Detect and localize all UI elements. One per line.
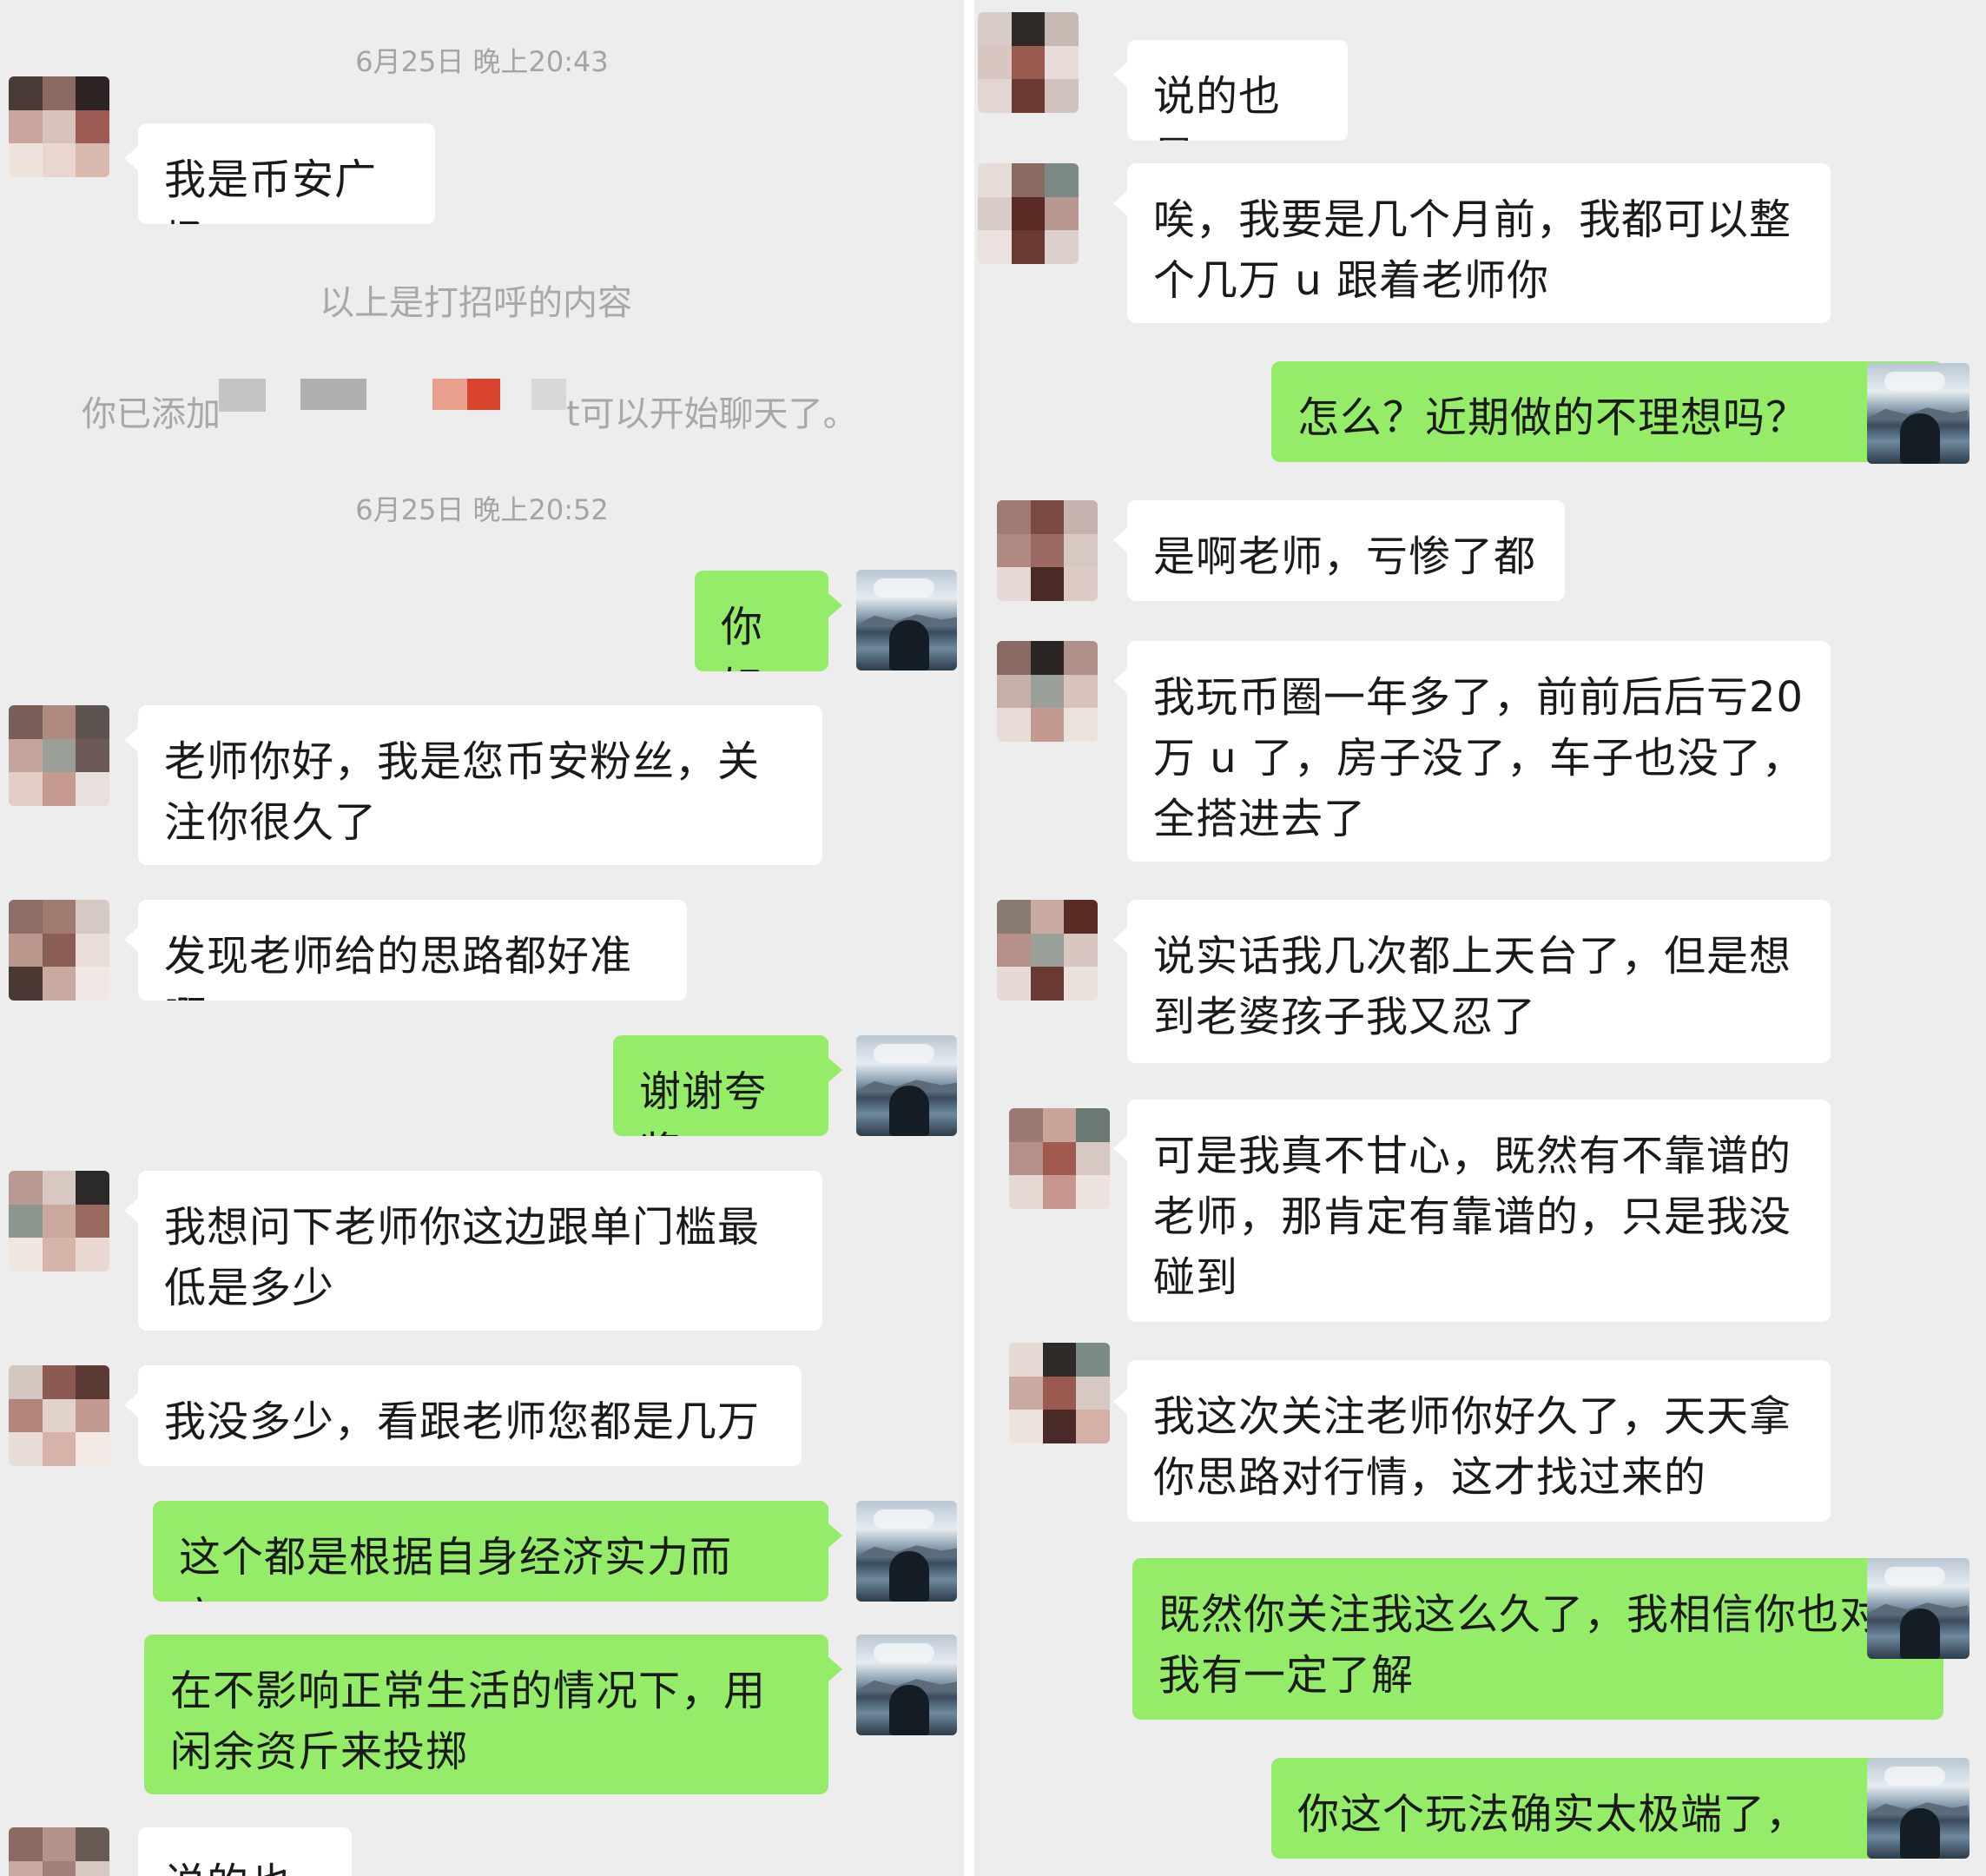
message-text: 我没多少，看跟老师您都是几万 u [164, 1397, 761, 1466]
bubble-tail [1113, 928, 1127, 952]
user-avatar[interactable] [1867, 1558, 1970, 1659]
message-bubble[interactable]: 怎么？近期做的不理想吗？ [1271, 361, 1943, 462]
timestamp: 6月25日 晚上20:43 [355, 45, 609, 78]
system-greeting-note: 以上是打招呼的内容 [320, 283, 632, 323]
user-avatar[interactable] [856, 1501, 957, 1602]
message-text: 我这次关注老师你好久了，天天拿你思路对行情，这才找过来的 [1153, 1392, 1792, 1502]
contact-avatar[interactable] [9, 705, 109, 806]
contact-avatar[interactable] [978, 163, 1079, 264]
bubble-tail [124, 1393, 138, 1417]
user-avatar[interactable] [1867, 363, 1970, 464]
message-text: 既然你关注我这么久了，我相信你也对我有一定了解 [1158, 1590, 1883, 1700]
message-bubble[interactable]: 说的也是 [1127, 40, 1348, 141]
contact-avatar[interactable] [1009, 1108, 1110, 1209]
message-bubble[interactable]: 可是我真不甘心，既然有不靠谱的老师，那肯定有靠谱的，只是我没碰到 [1127, 1100, 1831, 1322]
bubble-tail [1113, 63, 1127, 87]
bubble-tail [828, 593, 842, 618]
timestamp: 6月25日 晚上20:52 [355, 493, 609, 526]
bubble-tail [124, 728, 138, 752]
user-avatar[interactable] [1867, 1758, 1970, 1859]
bubble-tail [124, 1199, 138, 1223]
message-text: 怎么？近期做的不理想吗？ [1297, 393, 1809, 442]
redaction-block [467, 379, 500, 410]
bubble-tail [828, 1657, 842, 1681]
message-bubble[interactable]: 我是币安广场 [138, 123, 435, 224]
message-text: 可是我真不甘心，既然有不靠谱的老师，那肯定有靠谱的，只是我没碰到 [1153, 1132, 1792, 1302]
message-text: 在不影响正常生活的情况下，用闲余资斤来投掷 [170, 1667, 767, 1776]
system-added-suffix: t可以开始聊天了。 [566, 394, 858, 434]
message-bubble[interactable]: 说的也是 [138, 1827, 352, 1876]
message-bubble[interactable]: 我这次关注老师你好久了，天天拿你思路对行情，这才找过来的 [1127, 1360, 1831, 1522]
chat-panel-right: 说的也是 唉，我要是几个月前，我都可以整个几万 u 跟着老师你 怎么？近期做的不… [974, 0, 1986, 1876]
contact-avatar[interactable] [9, 1827, 109, 1876]
message-text: 说的也是 [1153, 72, 1282, 141]
bubble-tail [1113, 1136, 1127, 1160]
system-added-text: 你已添加 [82, 386, 221, 436]
contact-avatar[interactable] [1009, 1343, 1110, 1443]
message-text: 我想问下老师你这边跟单门槛最低是多少 [164, 1203, 761, 1312]
message-text: 我玩币圈一年多了，前前后后亏20 万 u 了，房子没了，车子也没了，全搭进去了 [1153, 673, 1805, 843]
contact-avatar[interactable] [9, 76, 109, 177]
message-text: 唉，我要是几个月前，我都可以整个几万 u 跟着老师你 [1153, 195, 1792, 305]
message-bubble[interactable]: 老师你好，我是您币安粉丝，关注你很久了 [138, 705, 822, 865]
message-bubble[interactable]: 发现老师给的思路都好准啊 [138, 900, 687, 1001]
contact-avatar[interactable] [9, 1171, 109, 1272]
message-bubble[interactable]: 我玩币圈一年多了，前前后后亏20 万 u 了，房子没了，车子也没了，全搭进去了 [1127, 641, 1831, 862]
contact-avatar[interactable] [978, 12, 1079, 113]
message-bubble[interactable]: 在不影响正常生活的情况下，用闲余资斤来投掷 [144, 1635, 828, 1794]
message-text: 发现老师给的思路都好准啊 [164, 932, 633, 1001]
redaction-block [300, 379, 366, 410]
contact-avatar[interactable] [9, 1365, 109, 1466]
message-text: 这个都是根据自身经济实力而定， [179, 1533, 733, 1602]
contact-avatar[interactable] [9, 900, 109, 1001]
system-added-prefix: 你已添加 [82, 394, 221, 434]
message-bubble[interactable]: 唉，我要是几个月前，我都可以整个几万 u 跟着老师你 [1127, 163, 1831, 323]
message-bubble[interactable]: 我想问下老师你这边跟单门槛最低是多少 [138, 1171, 822, 1331]
message-bubble[interactable]: 是啊老师，亏惨了都 [1127, 500, 1565, 601]
redaction-block [219, 379, 266, 412]
message-text: 谢谢夸奖 [639, 1067, 768, 1136]
contact-avatar[interactable] [997, 900, 1098, 1001]
message-bubble[interactable]: 你好 [695, 571, 828, 671]
user-avatar[interactable] [856, 1035, 957, 1136]
redaction-block [531, 379, 566, 410]
chat-panel-left: 6月25日 晚上20:43 我是币安广场 以上是打招呼的内容 你已添加 t可以开… [0, 0, 964, 1876]
message-bubble[interactable]: 既然你关注我这么久了，我相信你也对我有一定了解 [1132, 1558, 1943, 1720]
bubble-tail [1113, 669, 1127, 693]
message-bubble[interactable]: 我没多少，看跟老师您都是几万 u [138, 1365, 802, 1466]
bubble-tail [1113, 1390, 1127, 1414]
message-text: 你好 [721, 603, 764, 671]
bubble-tail [124, 928, 138, 952]
bubble-tail [1113, 528, 1127, 552]
redaction-block [432, 379, 467, 410]
message-bubble[interactable]: 你这个玩法确实太极端了， [1271, 1758, 1943, 1859]
message-text: 是啊老师，亏惨了都 [1153, 532, 1537, 581]
bubble-tail [1113, 191, 1127, 215]
message-text: 说的也是 [164, 1859, 292, 1876]
message-text: 说实话我几次都上天台了，但是想到老婆孩子我又忍了 [1153, 932, 1792, 1041]
contact-avatar[interactable] [997, 641, 1098, 742]
bubble-tail [828, 1058, 842, 1082]
message-bubble[interactable]: 说实话我几次都上天台了，但是想到老婆孩子我又忍了 [1127, 900, 1831, 1063]
message-text: 你这个玩法确实太极端了， [1297, 1790, 1809, 1839]
contact-avatar[interactable] [997, 500, 1098, 601]
bubble-tail [828, 1523, 842, 1548]
bubble-tail [124, 146, 138, 170]
message-bubble[interactable]: 谢谢夸奖 [613, 1035, 828, 1136]
message-text: 我是币安广场 [164, 155, 378, 224]
message-text: 老师你好，我是您币安粉丝，关注你很久了 [164, 737, 761, 847]
user-avatar[interactable] [856, 1635, 957, 1735]
message-bubble[interactable]: 这个都是根据自身经济实力而定， [153, 1501, 828, 1602]
user-avatar[interactable] [856, 570, 957, 670]
